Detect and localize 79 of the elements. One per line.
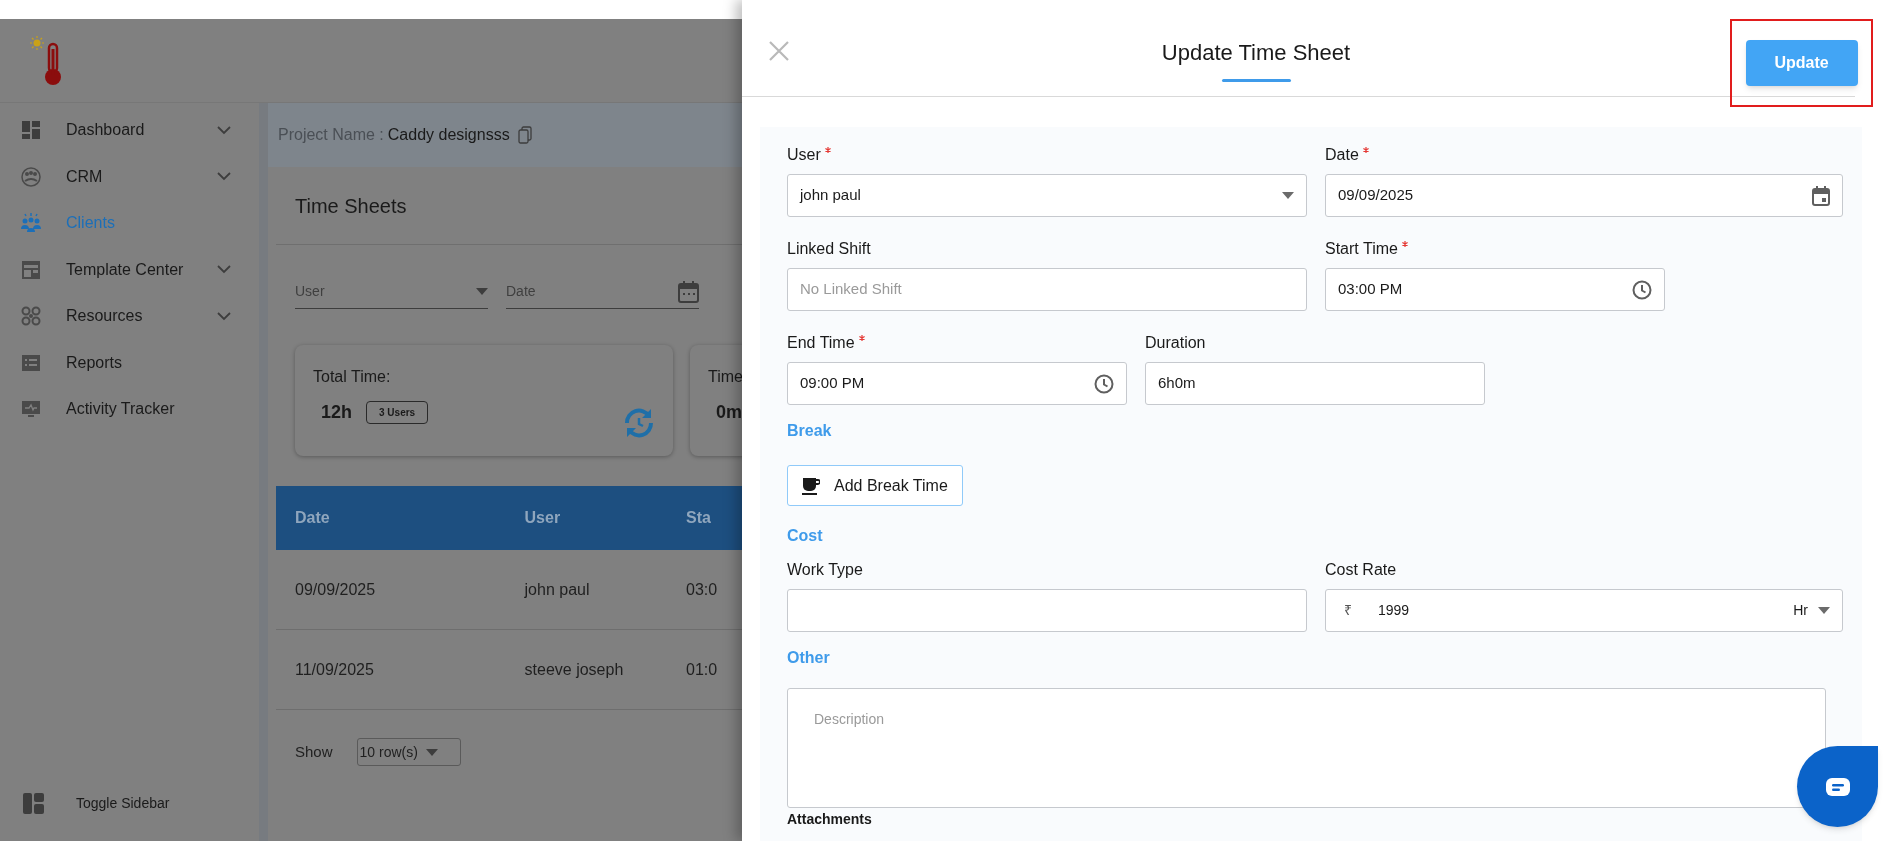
update-button[interactable]: Update xyxy=(1745,40,1858,86)
unit-label: Hr xyxy=(1793,601,1808,620)
field-label: Start Time xyxy=(1325,239,1398,259)
chevron-down-icon xyxy=(217,172,231,182)
caret-down-icon xyxy=(425,748,438,756)
column-header: Sta xyxy=(686,508,712,528)
chat-icon xyxy=(1824,776,1851,797)
field-label: User xyxy=(787,145,821,165)
chevron-down-icon xyxy=(217,125,231,135)
field-label: Cost Rate xyxy=(1325,560,1397,580)
user-select[interactable]: john paul xyxy=(787,174,1307,217)
copy-icon xyxy=(517,126,532,144)
close-icon xyxy=(768,40,790,62)
calendar-icon xyxy=(1812,185,1830,206)
chevron-down-icon xyxy=(217,265,231,275)
chevron-down-icon xyxy=(217,311,231,321)
field-label: Work Type xyxy=(787,560,863,580)
panel-title: Update Time Sheet xyxy=(1161,39,1351,67)
show-label: Show xyxy=(295,741,333,762)
sidebar-item[interactable]: Resources xyxy=(0,293,259,340)
field-label: Date xyxy=(1325,145,1359,165)
title-underline xyxy=(1221,79,1291,82)
stat-value: 12h xyxy=(321,401,353,424)
table-cell-text: steeve joseph xyxy=(524,659,625,680)
rows-per-page-select[interactable]: 10 row(s) xyxy=(356,738,461,766)
clock-icon xyxy=(1094,373,1114,394)
template-icon xyxy=(20,258,42,281)
required-asterisk-icon xyxy=(824,147,831,153)
user-select[interactable]: User xyxy=(295,275,488,309)
toggle-sidebar-button[interactable]: Toggle Sidebar xyxy=(76,792,170,814)
table-cell-text: 01:0 xyxy=(686,659,719,680)
caret-down-icon xyxy=(1818,607,1830,614)
section-heading: Other xyxy=(787,648,830,668)
field-label: Attachments xyxy=(787,810,872,829)
time-field[interactable]: 09:00 PM xyxy=(787,362,1127,405)
stat-value: 0m xyxy=(716,401,742,424)
nodes-icon xyxy=(20,305,42,328)
field-label: Duration xyxy=(1145,333,1206,353)
column-header: User xyxy=(524,508,562,528)
table-cell-text: john paul xyxy=(524,579,591,600)
cup-icon xyxy=(802,476,820,495)
table-cell-text: 03:0 xyxy=(686,579,719,600)
clock-icon xyxy=(1632,279,1652,300)
required-asterisk-icon xyxy=(1362,147,1369,153)
section-heading: Cost xyxy=(787,526,823,546)
required-asterisk-icon xyxy=(1401,241,1408,247)
time-field[interactable]: 03:00 PM xyxy=(1325,268,1665,311)
table-cell-text: 09/09/2025 xyxy=(295,579,377,600)
close-button[interactable] xyxy=(768,40,790,62)
user-count-badge: 3 Users xyxy=(366,401,429,424)
stat-label: Time xyxy=(708,367,742,387)
add-break-button[interactable]: Add Break Time xyxy=(787,465,963,506)
caret-down-icon xyxy=(476,288,488,295)
description-field[interactable]: Description xyxy=(787,688,1826,808)
required-asterisk-icon xyxy=(858,335,865,341)
section-title: Time Sheets xyxy=(295,193,407,219)
input-field[interactable]: 6h0m xyxy=(1145,362,1485,405)
calendar-icon xyxy=(678,280,699,303)
sidebar-item[interactable]: Dashboard xyxy=(0,107,259,154)
date-field[interactable]: 09/09/2025 xyxy=(1325,174,1843,217)
project-name: Caddy designsss xyxy=(387,125,510,145)
sidebar-item[interactable]: CRM xyxy=(0,153,259,200)
input-field[interactable] xyxy=(787,589,1307,632)
field-label: Linked Shift xyxy=(787,239,871,259)
stat-label: Total Time: xyxy=(313,367,392,387)
section-heading: Break xyxy=(787,421,832,441)
input-field[interactable]: No Linked Shift xyxy=(787,268,1307,311)
field-label: End Time xyxy=(787,333,855,353)
grid-icon xyxy=(20,119,42,142)
date-field[interactable]: Date xyxy=(506,275,699,309)
currency-symbol: ₹ xyxy=(1343,601,1353,620)
caret-down-icon xyxy=(1282,192,1294,199)
table-cell-text: 11/09/2025 xyxy=(295,659,375,680)
cost-rate-field[interactable]: ₹ 1999 Hr xyxy=(1325,589,1843,632)
sidebar-item[interactable]: Template Center xyxy=(0,246,259,293)
column-header: Date xyxy=(295,508,331,528)
layout-icon xyxy=(23,792,44,814)
sidebar-item[interactable]: Reports xyxy=(0,339,259,386)
sidebar-item[interactable]: Activity Tracker xyxy=(0,386,259,433)
